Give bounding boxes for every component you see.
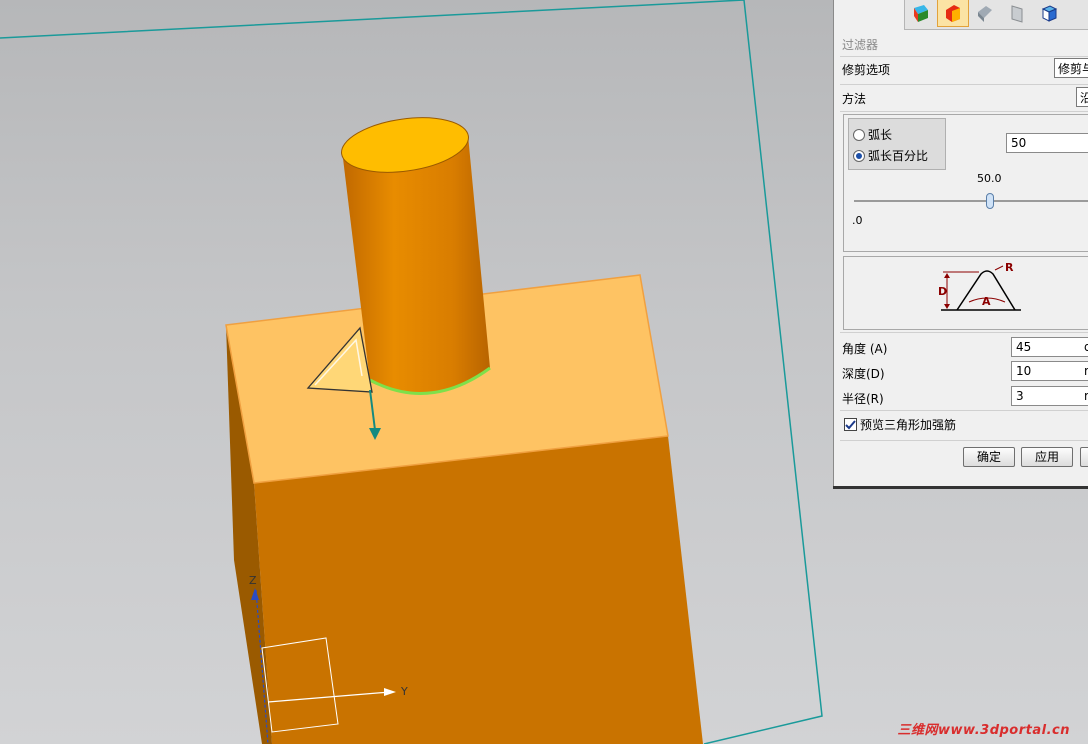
check-icon (845, 420, 856, 430)
filter-label: 过滤器 (842, 38, 879, 52)
slider-min-label: .0 (852, 214, 863, 227)
radius-unit: m (1084, 387, 1088, 405)
gusset-icon[interactable] (937, 0, 969, 27)
separator (840, 56, 1088, 57)
solid-face-icon[interactable] (905, 0, 937, 27)
z-axis-label: Z (249, 574, 257, 587)
radio-button-selected[interactable] (853, 149, 865, 162)
trim-options-select[interactable]: 修剪与 (1054, 58, 1088, 78)
dim-face-icon[interactable] (969, 0, 1001, 27)
angle-input[interactable]: 45 d (1011, 337, 1088, 357)
separator (840, 84, 1088, 85)
gusset-dimension-diagram: R D A (939, 261, 1021, 311)
position-mode-radio-group: 弧长 弧长百分比 (848, 118, 946, 170)
method-select[interactable]: 沿 (1076, 87, 1088, 107)
ok-button[interactable]: 确定 (963, 447, 1015, 467)
apply-button[interactable]: 应用 (1021, 447, 1073, 467)
preview-checkbox-label: 预览三角形加强筋 (860, 418, 957, 432)
position-slider-thumb[interactable] (986, 193, 994, 209)
depth-label: 深度(D) (842, 367, 885, 381)
position-slider-track[interactable] (854, 200, 1088, 202)
angle-value: 45 (1016, 340, 1032, 354)
preview-checkbox[interactable] (844, 418, 857, 431)
gusset-dialog: 过滤器 修剪选项 修剪与 方法 沿 弧长 弧长百分比 50 50.0 .0 R … (833, 0, 1088, 486)
slider-value-label: 50.0 (977, 172, 1002, 185)
angle-unit: d (1084, 338, 1088, 356)
separator (840, 111, 1088, 112)
radio-arc-length[interactable]: 弧长 (853, 126, 892, 143)
radius-value: 3 (1016, 389, 1024, 403)
sheet-icon[interactable] (1001, 0, 1033, 27)
radius-label: 半径(R) (842, 392, 884, 406)
angle-label: 角度 (A) (842, 342, 888, 356)
trim-options-label: 修剪选项 (842, 63, 891, 77)
cancel-button[interactable] (1080, 447, 1088, 467)
radio-button[interactable] (853, 128, 865, 141)
radio-arc-percent-label: 弧长百分比 (868, 149, 929, 163)
diagram-label-a: A (982, 295, 991, 308)
separator (840, 440, 1088, 441)
depth-input[interactable]: 10 m (1011, 361, 1088, 381)
watermark: 三维网www.3dportal.cn (897, 723, 1070, 738)
diagram-label-r: R (1005, 261, 1014, 274)
position-value-input[interactable]: 50 (1006, 133, 1088, 153)
diagram-label-d: D (939, 285, 947, 298)
radio-arc-percent[interactable]: 弧长百分比 (853, 147, 928, 164)
depth-value: 10 (1016, 364, 1032, 378)
view-cube-icon[interactable] (1033, 0, 1065, 27)
separator (840, 410, 1088, 411)
depth-unit: m (1084, 362, 1088, 380)
radius-input[interactable]: 3 m (1011, 386, 1088, 406)
dialog-toolbar (904, 0, 1088, 30)
method-label: 方法 (842, 92, 867, 106)
preview-checkbox-row[interactable]: 预览三角形加强筋 (844, 416, 956, 433)
separator (840, 332, 1088, 333)
radio-arc-length-label: 弧长 (868, 128, 893, 142)
y-axis-label: Y (400, 685, 408, 698)
